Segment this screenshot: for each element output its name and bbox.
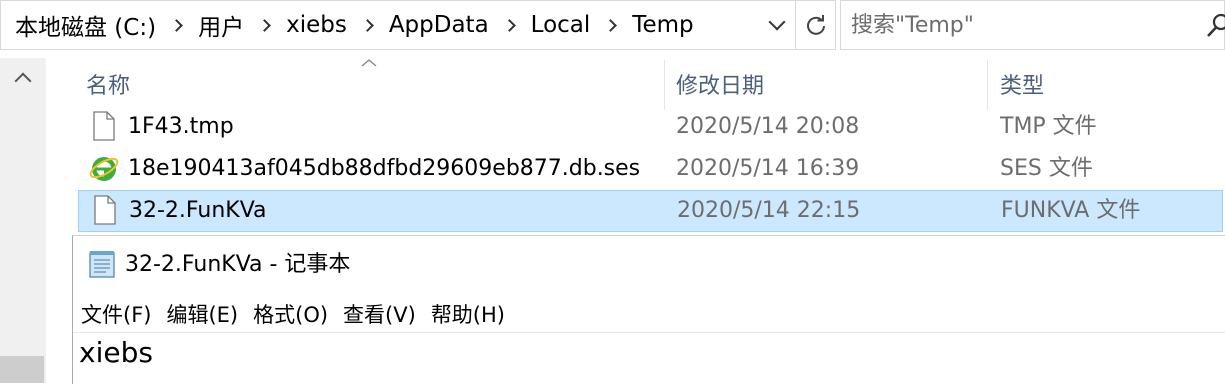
breadcrumb-item-c-drive[interactable]: 本地磁盘 (C:) — [15, 8, 156, 42]
address-history-dropdown-button[interactable] — [761, 1, 793, 49]
file-type: SES 文件 — [1000, 156, 1093, 181]
column-headers: 名称 修改日期 类型 — [78, 59, 1225, 110]
breadcrumb: 本地磁盘 (C:) 用户 xiebs AppData Local Temp — [15, 1, 694, 49]
search-box[interactable] — [840, 0, 1225, 50]
column-header-type[interactable]: 类型 — [992, 60, 1222, 110]
search-icon[interactable] — [1207, 13, 1225, 39]
notepad-title: 32-2.FunKVa - 记事本 — [125, 252, 351, 277]
menu-help[interactable]: 帮助(H) — [431, 299, 505, 329]
breadcrumb-item-appdata[interactable]: AppData — [389, 12, 489, 38]
file-type: FUNKVA 文件 — [1001, 198, 1141, 223]
notepad-icon — [89, 251, 115, 278]
menu-file[interactable]: 文件(F) — [81, 299, 151, 329]
chevron-right-icon[interactable] — [604, 18, 618, 32]
notepad-menu-bar: 文件(F) 编辑(E) 格式(O) 查看(V) 帮助(H) — [73, 296, 520, 332]
chevron-right-icon[interactable] — [258, 18, 271, 32]
chevron-right-icon[interactable] — [170, 18, 183, 32]
column-divider[interactable] — [664, 60, 665, 110]
file-row[interactable]: 1F43.tmp 2020/5/14 20:08 TMP 文件 — [78, 106, 1223, 148]
column-header-name[interactable]: 名称 — [78, 60, 664, 110]
blank-file-icon — [94, 195, 116, 225]
breadcrumb-item-local[interactable]: Local — [531, 12, 591, 38]
file-name: 1F43.tmp — [128, 114, 234, 139]
notepad-window[interactable]: 32-2.FunKVa - 记事本 文件(F) 编辑(E) 格式(O) 查看(V… — [72, 235, 1225, 384]
search-input[interactable] — [851, 9, 1181, 41]
notepad-title-bar[interactable]: 32-2.FunKVa - 记事本 — [73, 236, 1225, 292]
menu-view[interactable]: 查看(V) — [343, 299, 416, 329]
navigation-pane-scrollbar[interactable] — [0, 58, 46, 383]
file-modified: 2020/5/14 20:08 — [676, 114, 860, 139]
notepad-text-area[interactable]: xiebs — [79, 336, 153, 369]
breadcrumb-item-temp[interactable]: Temp — [632, 12, 693, 38]
breadcrumb-item-users[interactable]: 用户 — [198, 8, 244, 42]
chevron-down-icon — [768, 13, 786, 31]
scroll-up-button[interactable] — [0, 58, 46, 98]
chevron-up-icon — [14, 72, 32, 90]
menu-divider — [73, 332, 1225, 333]
menu-edit[interactable]: 编辑(E) — [166, 299, 238, 329]
chevron-right-icon[interactable] — [360, 18, 374, 32]
refresh-icon — [807, 15, 825, 35]
address-bar[interactable]: 本地磁盘 (C:) 用户 xiebs AppData Local Temp — [0, 0, 836, 50]
column-header-modified[interactable]: 修改日期 — [668, 60, 986, 110]
file-row-selected[interactable]: 32-2.FunKVa 2020/5/14 22:15 FUNKVA 文件 — [78, 190, 1223, 232]
blank-file-icon — [93, 111, 115, 141]
file-name: 18e190413af045db88dfbd29609eb877.db.ses — [128, 156, 641, 181]
column-divider[interactable] — [987, 60, 988, 110]
file-type: TMP 文件 — [1000, 114, 1097, 139]
chevron-right-icon[interactable] — [502, 18, 516, 32]
file-modified: 2020/5/14 22:15 — [677, 198, 861, 223]
file-row[interactable]: 18e190413af045db88dfbd29609eb877.db.ses … — [78, 148, 1223, 190]
file-name: 32-2.FunKVa — [129, 198, 267, 223]
breadcrumb-item-xiebs[interactable]: xiebs — [286, 12, 347, 38]
ie-file-icon — [89, 157, 119, 181]
scrollbar-thumb[interactable] — [0, 356, 44, 383]
file-modified: 2020/5/14 16:39 — [676, 156, 860, 181]
menu-format[interactable]: 格式(O) — [253, 299, 328, 329]
refresh-button[interactable] — [795, 1, 836, 49]
